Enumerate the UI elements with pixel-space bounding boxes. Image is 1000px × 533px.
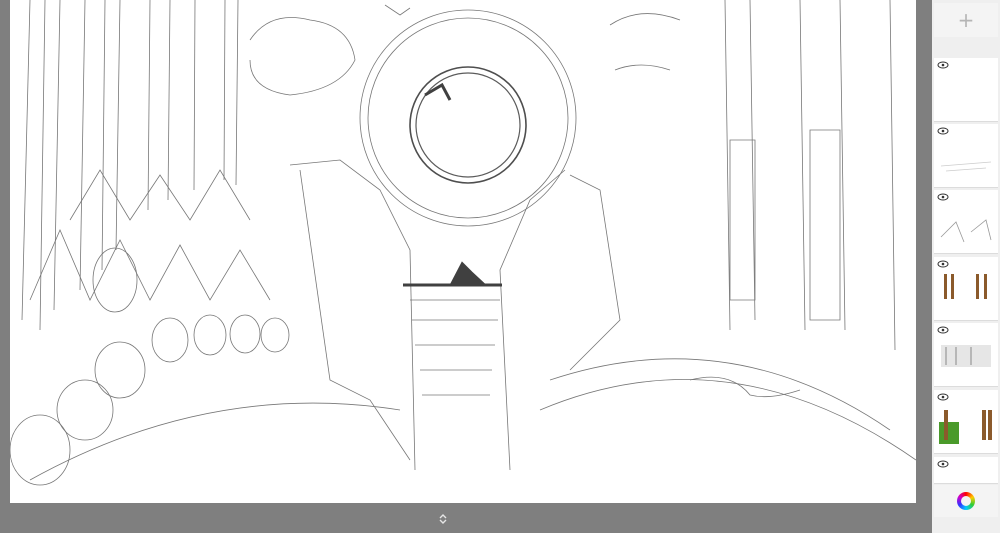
layer-thumbnail bbox=[940, 219, 992, 243]
layer-thumbnail bbox=[941, 345, 991, 367]
layer-item[interactable] bbox=[934, 190, 998, 254]
sketch-artwork bbox=[10, 0, 916, 486]
drawing-canvas[interactable] bbox=[10, 0, 916, 503]
eye-icon[interactable] bbox=[937, 260, 949, 268]
layer-thumbnail bbox=[940, 161, 992, 172]
layer-item[interactable] bbox=[934, 457, 998, 484]
layer-item[interactable] bbox=[934, 58, 998, 122]
eye-icon[interactable] bbox=[937, 61, 949, 69]
color-picker-button[interactable] bbox=[934, 485, 998, 517]
layer-thumbnail bbox=[944, 274, 987, 299]
color-wheel-icon bbox=[957, 492, 975, 510]
layer-item[interactable] bbox=[934, 257, 998, 321]
bottom-bar bbox=[0, 503, 932, 533]
resize-handle-icon[interactable] bbox=[437, 512, 449, 526]
eye-icon[interactable] bbox=[937, 393, 949, 401]
layer-item[interactable] bbox=[934, 124, 998, 188]
eye-icon[interactable] bbox=[937, 193, 949, 201]
layer-item[interactable] bbox=[934, 323, 998, 387]
eye-icon[interactable] bbox=[937, 460, 949, 468]
layer-thumbnail bbox=[939, 410, 992, 444]
add-layer-button[interactable]: + bbox=[934, 3, 998, 37]
layer-thumbnail bbox=[936, 70, 996, 118]
layer-item[interactable] bbox=[934, 390, 998, 454]
eye-icon[interactable] bbox=[937, 127, 949, 135]
eye-icon[interactable] bbox=[937, 326, 949, 334]
